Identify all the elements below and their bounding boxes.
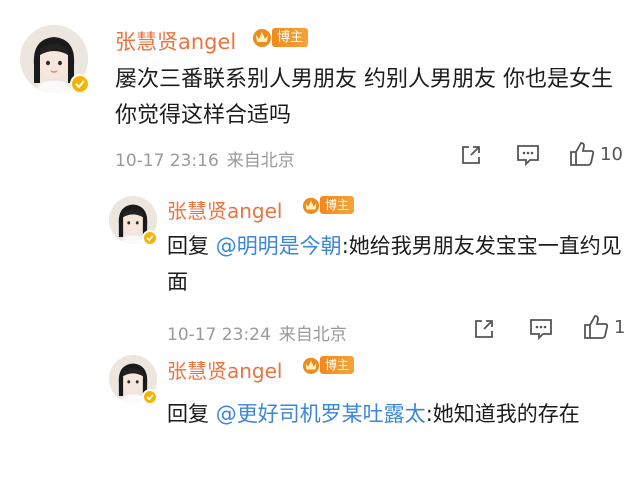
timestamp: 10-17 23:16 (115, 151, 219, 171)
verified-badge-icon (142, 230, 158, 246)
timestamp: 10-17 23:24 (167, 325, 271, 345)
reply-button[interactable] (528, 317, 554, 341)
username[interactable]: 张慧贤angel (167, 195, 283, 224)
share-icon (462, 146, 480, 164)
comment-icon (517, 145, 539, 167)
reply-body: :她知道我的存在 (425, 402, 580, 426)
thumbs-up-icon (570, 142, 595, 166)
medal-label: 博主 (272, 27, 309, 47)
blogger-medal: 博主 (252, 26, 309, 48)
like-count: 10 (600, 143, 623, 165)
mention-link[interactable]: @明明是今朝 (216, 234, 342, 258)
location: 来自北京 (226, 151, 295, 171)
share-icon (475, 320, 493, 338)
blogger-medal: 博主 (302, 195, 355, 215)
medal-label: 博主 (320, 196, 355, 214)
username[interactable]: 张慧贤angel (167, 355, 283, 384)
crown-icon (302, 197, 320, 214)
location: 来自北京 (278, 325, 347, 345)
comment-text: 回复 @明明是今朝:她给我男朋友发宝宝一直约见面 (167, 228, 622, 300)
comment-meta: 10-17 23:16 来自北京 (115, 146, 303, 171)
comment-text: 回复 @更好司机罗某吐露太:她知道我的存在 (167, 396, 622, 432)
verified-badge-icon (142, 389, 158, 405)
thumbs-up-icon (584, 315, 609, 339)
crown-icon (253, 29, 271, 47)
medal-label: 博主 (320, 356, 355, 374)
comment-meta: 10-17 23:24 来自北京 (167, 320, 355, 345)
comment-text: 屡次三番联系别人男朋友 约别人男朋友 你也是女生 你觉得这样合适吗 (115, 67, 613, 128)
like-button[interactable]: 10 (568, 140, 623, 168)
mention-link[interactable]: @更好司机罗某吐露太 (216, 402, 426, 426)
reply-prefix: 回复 (167, 402, 209, 426)
username[interactable]: 张慧贤angel (115, 26, 236, 56)
reply-prefix: 回复 (167, 234, 209, 258)
like-count: 1 (614, 316, 626, 338)
blogger-medal: 博主 (302, 355, 355, 375)
comment-icon (530, 319, 552, 341)
reply-button[interactable] (515, 143, 541, 167)
crown-icon (302, 357, 320, 374)
share-button[interactable] (459, 143, 483, 167)
verified-badge-icon (70, 74, 90, 94)
share-button[interactable] (472, 317, 496, 341)
like-button[interactable]: 1 (582, 313, 625, 341)
